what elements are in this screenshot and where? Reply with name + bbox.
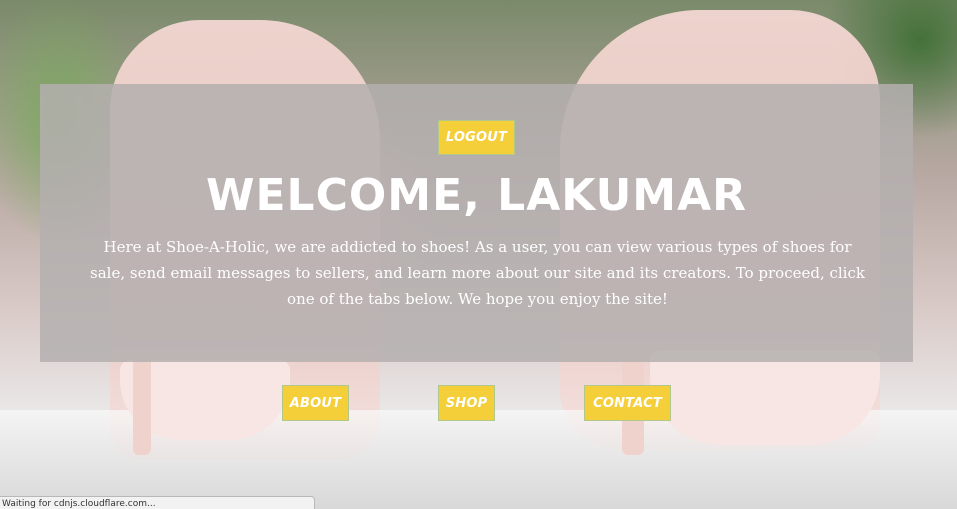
contact-button[interactable]: CONTACT [584, 385, 671, 421]
about-button[interactable]: ABOUT [282, 385, 349, 421]
shop-button[interactable]: SHOP [438, 385, 495, 421]
left-shoe-heel [133, 360, 151, 455]
right-shoe-sole [650, 350, 880, 445]
browser-status-bar: Waiting for cdnjs.cloudflare.com... [0, 496, 315, 509]
logout-button[interactable]: LOGOUT [438, 120, 515, 155]
intro-text: Here at Shoe-A-Holic, we are addicted to… [90, 238, 865, 308]
page-title: WELCOME, LAKUMAR [205, 170, 748, 221]
